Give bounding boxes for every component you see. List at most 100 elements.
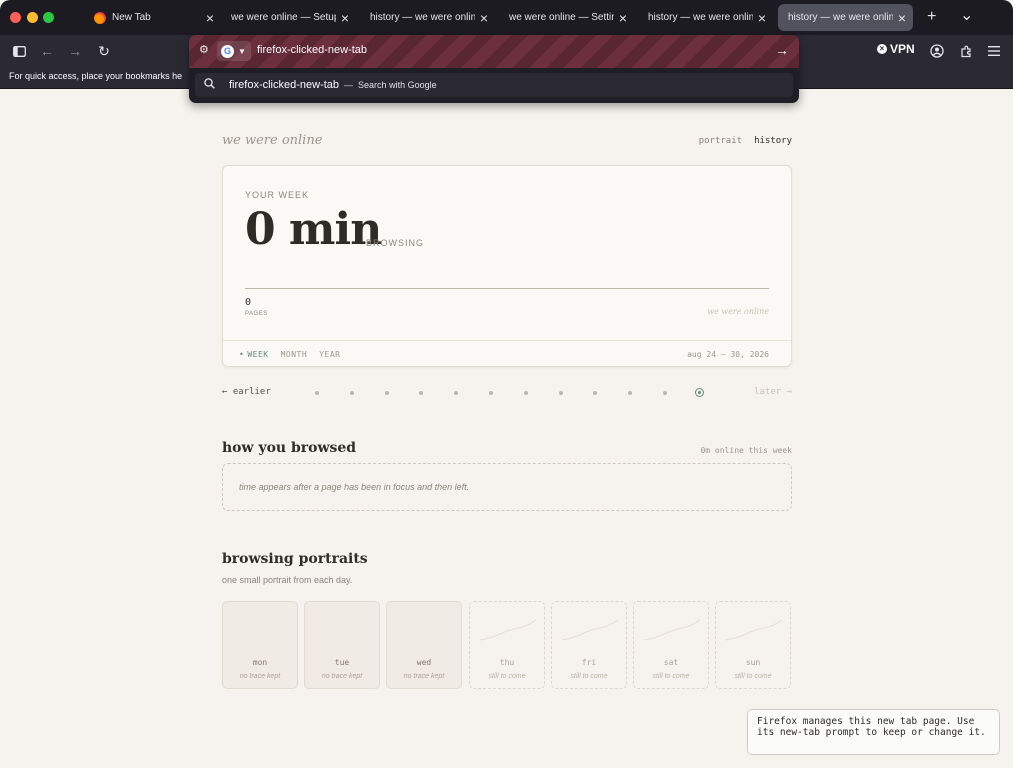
tab-list-button[interactable]: ⌄ [960, 5, 973, 25]
earlier-link[interactable]: ← earlier [222, 387, 271, 397]
url-bar[interactable]: ⚙ G ▼ firefox-clicked-new-tab → [189, 35, 799, 68]
day-note: still to come [570, 673, 608, 680]
summary-unit: BROWSING [366, 238, 425, 248]
day-portrait-mon[interactable]: mon no trace kept [222, 601, 298, 689]
close-icon[interactable]: × [475, 10, 493, 26]
pager-dot[interactable] [558, 391, 563, 395]
google-icon: G [221, 44, 234, 58]
pages-label: PAGES [245, 311, 268, 317]
day-name: tue [334, 658, 350, 667]
zoom-window-button[interactable] [43, 12, 54, 23]
go-arrow-icon[interactable]: → [775, 42, 789, 58]
pager-dot[interactable] [419, 391, 424, 395]
tab-label: history — we were online [370, 12, 475, 23]
range-tab-month[interactable]: MONTH [281, 350, 308, 359]
week-summary-card: YOUR WEEK 0 min BROWSING 0 PAGES we were… [222, 165, 792, 367]
close-icon[interactable]: × [614, 10, 632, 26]
range-tab-year[interactable]: YEAR [319, 350, 340, 359]
pager-dot[interactable] [315, 391, 319, 395]
vpn-button[interactable]: × VPN [877, 42, 915, 56]
tab-settings[interactable]: we were online — Settings × [499, 4, 634, 31]
day-portrait-fri[interactable]: fri still to come [551, 601, 627, 689]
browser-window: New Tab × we were online — Setup × histo… [0, 0, 1013, 768]
back-arrow-icon[interactable]: ← [38, 42, 56, 60]
pager-dot[interactable] [454, 391, 459, 395]
card-footer: WEEK MONTH YEAR aug 24 – 30, 2026 [223, 340, 791, 367]
portraits-subtitle: one small portrait from each day. [222, 575, 353, 585]
forward-arrow-icon[interactable]: → [66, 42, 84, 60]
reload-icon[interactable]: ↻ [95, 42, 113, 60]
day-portrait-sat[interactable]: sat still to come [633, 601, 709, 689]
suggestion-text: firefox-clicked-new-tab [229, 79, 340, 91]
nav-portrait-link[interactable]: portrait [699, 136, 742, 146]
day-portrait-thu[interactable]: thu still to come [469, 601, 545, 689]
pager-dot[interactable] [628, 391, 633, 395]
tab-history-1[interactable]: history — we were online × [360, 4, 495, 31]
day-portrait-sun[interactable]: sun still to come [715, 601, 791, 689]
summary-value: 0 min [245, 204, 382, 255]
top-nav: portrait history [699, 136, 792, 146]
day-portrait-wed[interactable]: wed no trace kept [386, 601, 462, 689]
account-icon[interactable] [928, 42, 946, 60]
pager-dot[interactable] [384, 391, 389, 395]
pager-dot[interactable] [593, 391, 598, 395]
summary-eyebrow: YOUR WEEK [245, 190, 310, 200]
bookmarks-hint: For quick access, place your bookmarks h… [9, 71, 183, 81]
empty-state-text: time appears after a page has been in fo… [239, 482, 470, 492]
search-suggestion[interactable]: firefox-clicked-new-tab — Search with Go… [195, 73, 793, 97]
new-tab-button[interactable]: + [927, 8, 936, 26]
tab-label: history — we were online [788, 12, 893, 23]
card-watermark: we were online [707, 307, 769, 316]
later-link[interactable]: later → [754, 387, 792, 397]
chevron-down-icon: ▼ [238, 46, 246, 56]
placeholder-squiggle-icon [725, 619, 783, 641]
day-note: no trace kept [321, 673, 363, 680]
day-name: sat [663, 658, 679, 667]
pager-dot[interactable] [489, 391, 493, 395]
placeholder-squiggle-icon [643, 619, 701, 641]
minimize-window-button[interactable] [27, 12, 38, 23]
tab-label: we were online — Settings [509, 12, 614, 23]
tab-setup[interactable]: we were online — Setup × [221, 4, 356, 31]
new-tab-notice: Firefox manages this new tab page. Use i… [747, 709, 1000, 755]
url-input[interactable]: firefox-clicked-new-tab [257, 44, 367, 56]
day-name: sun [745, 658, 761, 667]
sidebar-toggle-icon[interactable] [10, 42, 28, 60]
pager-dot-current[interactable] [695, 388, 705, 397]
extensions-icon[interactable] [957, 42, 975, 60]
vpn-off-icon: × [877, 44, 887, 54]
search-engine-selector[interactable]: G ▼ [217, 41, 251, 61]
tab-label: we were online — Setup [231, 12, 336, 23]
placeholder-squiggle-icon [479, 619, 537, 641]
close-window-button[interactable] [10, 12, 21, 23]
placeholder-squiggle-icon [561, 619, 619, 641]
suggestion-separator: — [344, 80, 354, 90]
day-name: wed [416, 658, 432, 667]
day-portrait-tue[interactable]: tue no trace kept [304, 601, 380, 689]
day-name: mon [252, 658, 268, 667]
brand-wordmark[interactable]: we were online [222, 133, 322, 148]
close-icon[interactable]: × [336, 10, 354, 26]
tab-label: New Tab [112, 12, 151, 23]
pager-dot[interactable] [663, 391, 667, 395]
suggestion-hint: Search with Google [358, 80, 437, 90]
tab-strip: New Tab × we were online — Setup × histo… [0, 0, 1013, 35]
tab-history-active[interactable]: history — we were online × [778, 4, 913, 31]
pager-dot[interactable] [349, 391, 354, 395]
menu-hamburger-icon[interactable] [985, 42, 1003, 60]
url-dropdown: ⚙ G ▼ firefox-clicked-new-tab → firefox-… [189, 35, 799, 103]
day-note: no trace kept [239, 673, 281, 680]
firefox-icon [94, 11, 106, 24]
nav-history-link[interactable]: history [754, 136, 792, 146]
day-name: thu [499, 658, 515, 667]
range-tab-week[interactable]: WEEK [239, 350, 269, 359]
tab-new-tab[interactable]: New Tab × [86, 4, 221, 31]
close-icon[interactable]: × [753, 10, 771, 26]
pager-dot[interactable] [523, 391, 528, 395]
day-note: still to come [652, 673, 690, 680]
close-icon[interactable]: × [201, 10, 219, 26]
vpn-label: VPN [890, 42, 915, 56]
tab-history-2[interactable]: history — we were online × [638, 4, 773, 31]
online-this-week: 0m online this week [700, 446, 792, 455]
close-icon[interactable]: × [893, 10, 911, 26]
